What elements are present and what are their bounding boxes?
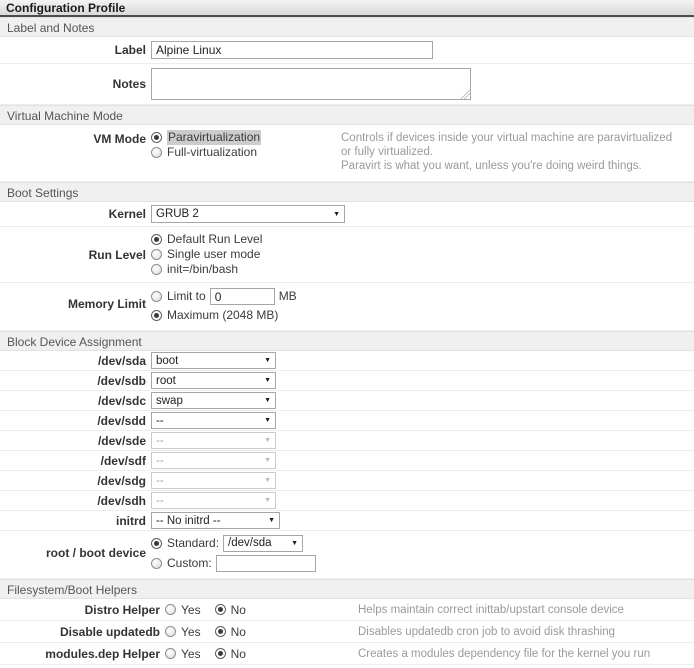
dropdown-arrow-icon: ▼ <box>264 417 271 424</box>
dropdown-arrow-icon: ▼ <box>264 437 271 444</box>
vm-mode-option-label: Paravirtualization <box>167 130 261 145</box>
device-row-sdc: /dev/sdc swap ▼ <box>0 391 694 411</box>
radio-full-virtualization[interactable] <box>151 147 162 158</box>
device-select-sdd[interactable]: -- ▼ <box>151 412 276 429</box>
device-select-sde: -- ▼ <box>151 432 276 449</box>
label-input[interactable] <box>151 41 433 59</box>
helper-row-modules-dep: modules.dep Helper Yes No Creates a modu… <box>0 643 694 665</box>
run-level-option-single-user[interactable]: Single user mode <box>151 247 341 262</box>
dropdown-arrow-icon: ▼ <box>264 377 271 384</box>
device-select-sdc[interactable]: swap ▼ <box>151 392 276 409</box>
disable-updatedb-yes[interactable]: Yes <box>165 625 201 639</box>
resize-grip-icon[interactable] <box>461 90 470 99</box>
device-select-sdh: -- ▼ <box>151 492 276 509</box>
radio-custom[interactable] <box>151 558 162 569</box>
root-boot-device-label: root / boot device <box>0 535 151 560</box>
radio-single-user-mode[interactable] <box>151 249 162 260</box>
device-select-sda[interactable]: boot ▼ <box>151 352 276 369</box>
helper-help-text: Creates a modules dependency file for th… <box>358 646 694 661</box>
memory-limit-row: Memory Limit Limit to MB Maximum (2048 M… <box>0 283 694 331</box>
section-block-device-assignment: Block Device Assignment <box>0 331 694 351</box>
dropdown-arrow-icon: ▼ <box>291 536 298 551</box>
radio-no[interactable] <box>215 626 226 637</box>
device-row-sdg: /dev/sdg -- ▼ <box>0 471 694 491</box>
kernel-row: Kernel GRUB 2 ▼ <box>0 202 694 227</box>
root-boot-device-row: root / boot device Standard: /dev/sda ▼ … <box>0 531 694 579</box>
helper-help-text: Disables updatedb cron job to avoid disk… <box>358 624 694 639</box>
run-level-row: Run Level Default Run Level Single user … <box>0 227 694 283</box>
dropdown-arrow-icon: ▼ <box>268 517 275 524</box>
run-level-label: Run Level <box>0 232 151 262</box>
radio-paravirtualization[interactable] <box>151 132 162 143</box>
memory-limit-option-limit[interactable]: Limit to MB <box>151 288 297 305</box>
page-title: Configuration Profile <box>0 0 694 17</box>
section-virtual-machine-mode: Virtual Machine Mode <box>0 105 694 125</box>
configuration-profile-page: Configuration Profile Label and Notes La… <box>0 0 694 668</box>
radio-no[interactable] <box>215 604 226 615</box>
device-row-sdb: /dev/sdb root ▼ <box>0 371 694 391</box>
helper-row-distro: Distro Helper Yes No Helps maintain corr… <box>0 599 694 621</box>
device-row-sdd: /dev/sdd -- ▼ <box>0 411 694 431</box>
vm-mode-row: VM Mode Paravirtualization Full-virtuali… <box>0 125 694 182</box>
section-label-and-notes: Label and Notes <box>0 17 694 37</box>
device-select-sdg: -- ▼ <box>151 472 276 489</box>
kernel-label: Kernel <box>0 207 151 221</box>
modules-dep-yes[interactable]: Yes <box>165 647 201 661</box>
modules-dep-no[interactable]: No <box>215 647 246 661</box>
radio-limit-to[interactable] <box>151 291 162 302</box>
radio-yes[interactable] <box>165 626 176 637</box>
device-select-sdb[interactable]: root ▼ <box>151 372 276 389</box>
page-title-text: Configuration Profile <box>6 1 125 15</box>
initrd-select[interactable]: -- No initrd -- ▼ <box>151 512 280 529</box>
radio-no[interactable] <box>215 648 226 659</box>
helper-row-updatedb: Disable updatedb Yes No Disables updated… <box>0 621 694 643</box>
dropdown-arrow-icon: ▼ <box>264 497 271 504</box>
dropdown-arrow-icon: ▼ <box>264 357 271 364</box>
device-row-sdf: /dev/sdf -- ▼ <box>0 451 694 471</box>
vm-mode-help: Controls if devices inside your virtual … <box>341 130 694 173</box>
run-level-option-default[interactable]: Default Run Level <box>151 232 341 247</box>
dropdown-arrow-icon: ▼ <box>264 457 271 464</box>
standard-device-select[interactable]: /dev/sda ▼ <box>223 535 303 552</box>
radio-default-run-level[interactable] <box>151 234 162 245</box>
dropdown-arrow-icon: ▼ <box>333 211 340 218</box>
helper-help-text: Helps maintain correct inittab/upstart c… <box>358 602 694 617</box>
dropdown-arrow-icon: ▼ <box>264 397 271 404</box>
notes-field-label: Notes <box>0 77 151 91</box>
root-boot-standard-option[interactable]: Standard: /dev/sda ▼ <box>151 535 316 552</box>
section-boot-settings: Boot Settings <box>0 182 694 202</box>
notes-row: Notes <box>0 64 694 105</box>
vm-mode-option-label: Full-virtualization <box>167 145 257 160</box>
device-select-sdf: -- ▼ <box>151 452 276 469</box>
vm-mode-option-paravirtualization[interactable]: Paravirtualization <box>151 130 341 145</box>
device-row-sdh: /dev/sdh -- ▼ <box>0 491 694 511</box>
device-row-sde: /dev/sde -- ▼ <box>0 431 694 451</box>
vm-mode-option-full-virtualization[interactable]: Full-virtualization <box>151 145 341 160</box>
distro-helper-no[interactable]: No <box>215 603 246 617</box>
kernel-select[interactable]: GRUB 2 ▼ <box>151 205 345 223</box>
radio-init-bin-bash[interactable] <box>151 264 162 275</box>
notes-textarea[interactable] <box>151 68 471 100</box>
distro-helper-yes[interactable]: Yes <box>165 603 201 617</box>
label-row: Label <box>0 37 694 64</box>
run-level-option-init-bash[interactable]: init=/bin/bash <box>151 262 341 277</box>
memory-limit-label: Memory Limit <box>0 288 151 311</box>
section-filesystem-boot-helpers: Filesystem/Boot Helpers <box>0 579 694 599</box>
custom-device-input[interactable] <box>216 555 316 572</box>
vm-mode-label: VM Mode <box>0 130 151 146</box>
device-row-sda: /dev/sda boot ▼ <box>0 351 694 371</box>
dropdown-arrow-icon: ▼ <box>264 477 271 484</box>
disable-updatedb-no[interactable]: No <box>215 625 246 639</box>
memory-limit-input[interactable] <box>210 288 275 305</box>
label-field-label: Label <box>0 43 151 57</box>
kernel-select-value: GRUB 2 <box>156 208 199 220</box>
radio-standard[interactable] <box>151 538 162 549</box>
root-boot-custom-option[interactable]: Custom: <box>151 555 316 572</box>
radio-yes[interactable] <box>165 648 176 659</box>
memory-unit-label: MB <box>279 289 297 304</box>
radio-maximum-memory[interactable] <box>151 310 162 321</box>
device-row-initrd: initrd -- No initrd -- ▼ <box>0 511 694 531</box>
memory-limit-option-maximum[interactable]: Maximum (2048 MB) <box>151 308 297 323</box>
radio-yes[interactable] <box>165 604 176 615</box>
